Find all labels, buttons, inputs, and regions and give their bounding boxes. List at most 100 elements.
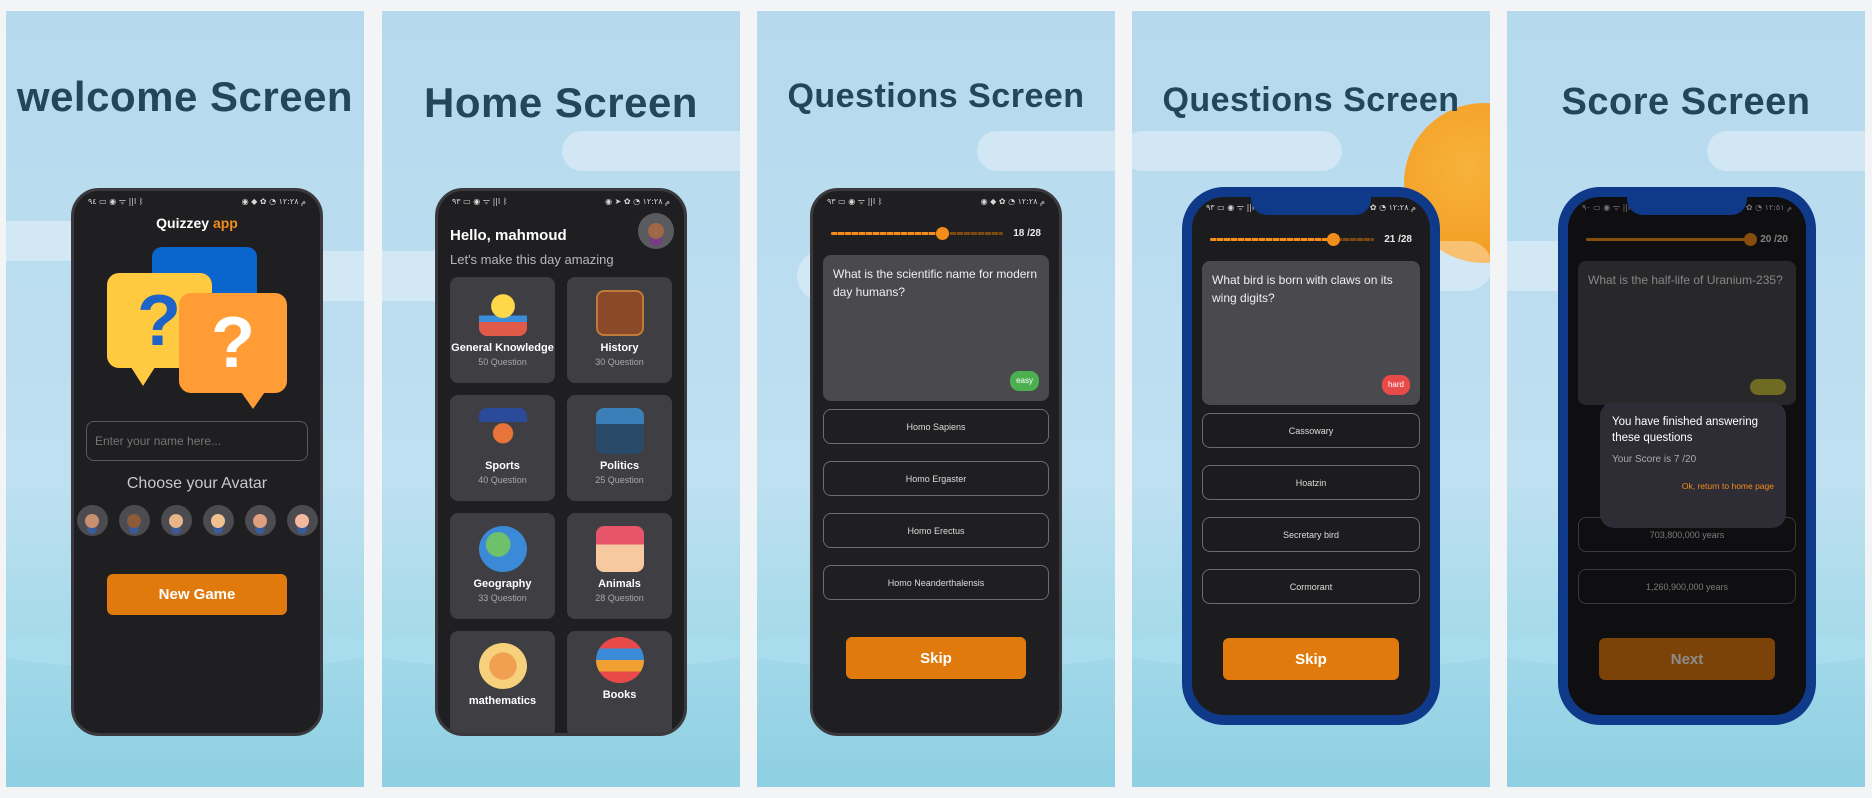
book-stack-icon [595,637,644,683]
answer-option[interactable]: Hoatzin [1202,465,1420,500]
answer-option[interactable]: Homo Erectus [823,513,1049,548]
avatar-option[interactable] [286,505,318,536]
difficulty-badge: hard [1381,375,1410,395]
app-title: Quizzey app [74,215,320,231]
phone-home: ٩٣ ▭ ◉ ᯤ ||l ᛒ ◉ ➤ ✿ ◔ م ١٢:٢٨ Hello, ma… [435,188,687,736]
sports-equipment-icon [478,408,527,454]
category-card-mathematics[interactable]: mathematics [450,631,555,733]
category-name: History [600,342,639,354]
status-right: ◉ ◆ ✿ ◔ م ١٢:٢٨ [241,196,306,206]
category-count: 28 Question [595,593,644,603]
answer-list: Cassowary Hoatzin Secretary bird Cormora… [1202,413,1420,604]
app-title-main: Quizzey [156,215,210,231]
panel-title: Questions Screen [1162,81,1460,119]
question-progress: 21 /28 [1192,229,1430,249]
category-count: 40 Question [478,475,527,485]
lightbulb-books-icon [478,290,527,336]
dialog-score: Your Score is 7 /20 [1612,454,1697,466]
answer-option[interactable]: Homo Neanderthalensis [823,565,1049,600]
name-input[interactable] [86,421,308,461]
panel-title: Score Screen [1561,81,1811,123]
status-right: ◉ ➤ ✿ ◔ م ١٢:٢٨ [605,196,670,206]
category-card-geography[interactable]: Geography 33 Question [450,513,555,619]
question-counter: 21 /28 [1384,233,1412,245]
category-name: mathematics [468,695,537,707]
progress-knob [935,226,949,240]
question-text: What bird is born with claws on its wing… [1212,273,1393,305]
progress-slider [831,226,1004,240]
question-box: What bird is born with claws on its wing… [1202,261,1420,405]
phone-question-1: ٩٣ ▭ ◉ ᯤ ||l ᛒ ◉ ◆ ✿ ◔ م ١٢:٢٨ 18 /28 Wh… [810,188,1062,736]
choose-avatar-label: Choose your Avatar [126,475,268,492]
panel-title: Home Screen [424,79,698,126]
category-count: 50 Question [478,357,527,367]
difficulty-badge: easy [1010,371,1039,391]
question-box: What is the scientific name for modern d… [823,255,1049,401]
question-progress: 18 /28 [813,223,1059,243]
home-panel: Home Screen ٩٣ ▭ ◉ ᯤ ||l ᛒ ◉ ➤ ✿ ◔ م ١٢:… [382,11,740,787]
category-name: Politics [599,460,640,472]
question-text: What is the scientific name for modern d… [833,267,1038,299]
phone-question-2: ٩٣ ▭ ◉ ᯤ ||l ◉ ◆ ✿ ◔ م ١٢:٢٨ 21 /28 What… [1182,187,1440,725]
category-card-sports[interactable]: Sports 40 Question [450,395,555,501]
category-count: 33 Question [478,593,527,603]
category-count: 30 Question [595,357,644,367]
avatar-option[interactable] [202,505,234,536]
skip-button[interactable]: Skip [1223,638,1399,680]
spartan-helmet-book-icon [595,290,644,336]
answer-list: Homo Sapiens Homo Ergaster Homo Erectus … [823,409,1049,600]
category-name: Sports [485,460,520,472]
status-bar: ٩٤ ▭ ◉ ᯤ ||l ᛒ ◉ ◆ ✿ ◔ م ١٢:٢٨ [74,191,320,211]
phone-score: ٩٠ ▭ ◉ ᯤ ||l ◉ ◆ ✿ ◔ م ١٢:٥١ 20 /20 What… [1558,187,1816,725]
phone-welcome: ٩٤ ▭ ◉ ᯤ ||l ᛒ ◉ ◆ ✿ ◔ م ١٢:٢٨ Quizzey a… [71,188,323,736]
new-game-button[interactable]: New Game [107,574,287,615]
panel-title: Questions Screen [787,77,1085,115]
category-name: Animals [598,578,641,590]
profile-avatar[interactable] [638,213,674,249]
status-left: ٩٤ ▭ ◉ ᯤ ||l ᛒ [88,196,144,206]
tagline: Let's make this day amazing [450,252,614,267]
dialog-message: You have finished answering these questi… [1612,416,1758,445]
answer-option[interactable]: Secretary bird [1202,517,1420,552]
return-home-link[interactable]: Ok, return to home page [1612,481,1774,491]
category-card-history[interactable]: History 30 Question [567,277,672,383]
avatar-row [74,505,320,536]
score-dialog: You have finished answering these questi… [1600,402,1786,528]
category-card-animals[interactable]: Animals 28 Question [567,513,672,619]
question-panel-2: Questions Screen ٩٣ ▭ ◉ ᯤ ||l ◉ ◆ ✿ ◔ م … [1132,11,1490,787]
animal-house-icon [595,526,644,572]
calculator-icon [478,643,527,689]
globe-icon [478,526,527,572]
answer-option[interactable]: Cormorant [1202,569,1420,604]
category-count: 25 Question [595,475,644,485]
quiz-bubbles-illustration: ? ? [107,241,287,409]
answer-option[interactable]: Cassowary [1202,413,1420,448]
status-left: ٩٣ ▭ ◉ ᯤ ||l ᛒ [827,196,883,206]
welcome-panel: welcome Screen ٩٤ ▭ ◉ ᯤ ||l ᛒ ◉ ◆ ✿ ◔ م … [6,11,364,787]
category-card-books[interactable]: Books [567,631,672,733]
avatar-option[interactable] [244,505,276,536]
category-name: Geography [473,578,532,590]
category-name: Books [602,689,637,701]
status-bar: ٩٣ ▭ ◉ ᯤ ||l ᛒ ◉ ◆ ✿ ◔ م ١٢:٢٨ [813,191,1059,211]
avatar-option[interactable] [160,505,192,536]
panel-title: welcome Screen [16,73,354,120]
question-panel-1: Questions Screen ٩٣ ▭ ◉ ᯤ ||l ᛒ ◉ ◆ ✿ ◔ … [757,11,1115,787]
avatar-option[interactable] [76,505,108,536]
score-panel: Score Screen ٩٠ ▭ ◉ ᯤ ||l ◉ ◆ ✿ ◔ م ١٢:٥… [1507,11,1865,787]
category-card-general-knowledge[interactable]: General Knowledge 50 Question [450,277,555,383]
status-bar: ٩٣ ▭ ◉ ᯤ ||l ᛒ ◉ ➤ ✿ ◔ م ١٢:٢٨ [438,191,684,211]
question-counter: 18 /28 [1013,227,1041,239]
skip-button[interactable]: Skip [846,637,1026,679]
avatar-option[interactable] [118,505,150,536]
status-left: ٩٣ ▭ ◉ ᯤ ||l ᛒ [452,196,508,206]
avatar-icon [648,223,664,239]
question-mark-icon: ? [137,281,181,361]
category-grid: General Knowledge 50 Question History 30… [450,277,672,733]
category-card-politics[interactable]: Politics 25 Question [567,395,672,501]
answer-option[interactable]: Homo Sapiens [823,409,1049,444]
status-left: ٩٣ ▭ ◉ ᯤ ||l [1206,202,1255,212]
answer-option[interactable]: Homo Ergaster [823,461,1049,496]
category-name: General Knowledge [451,342,554,354]
politics-crowd-icon [595,408,644,454]
